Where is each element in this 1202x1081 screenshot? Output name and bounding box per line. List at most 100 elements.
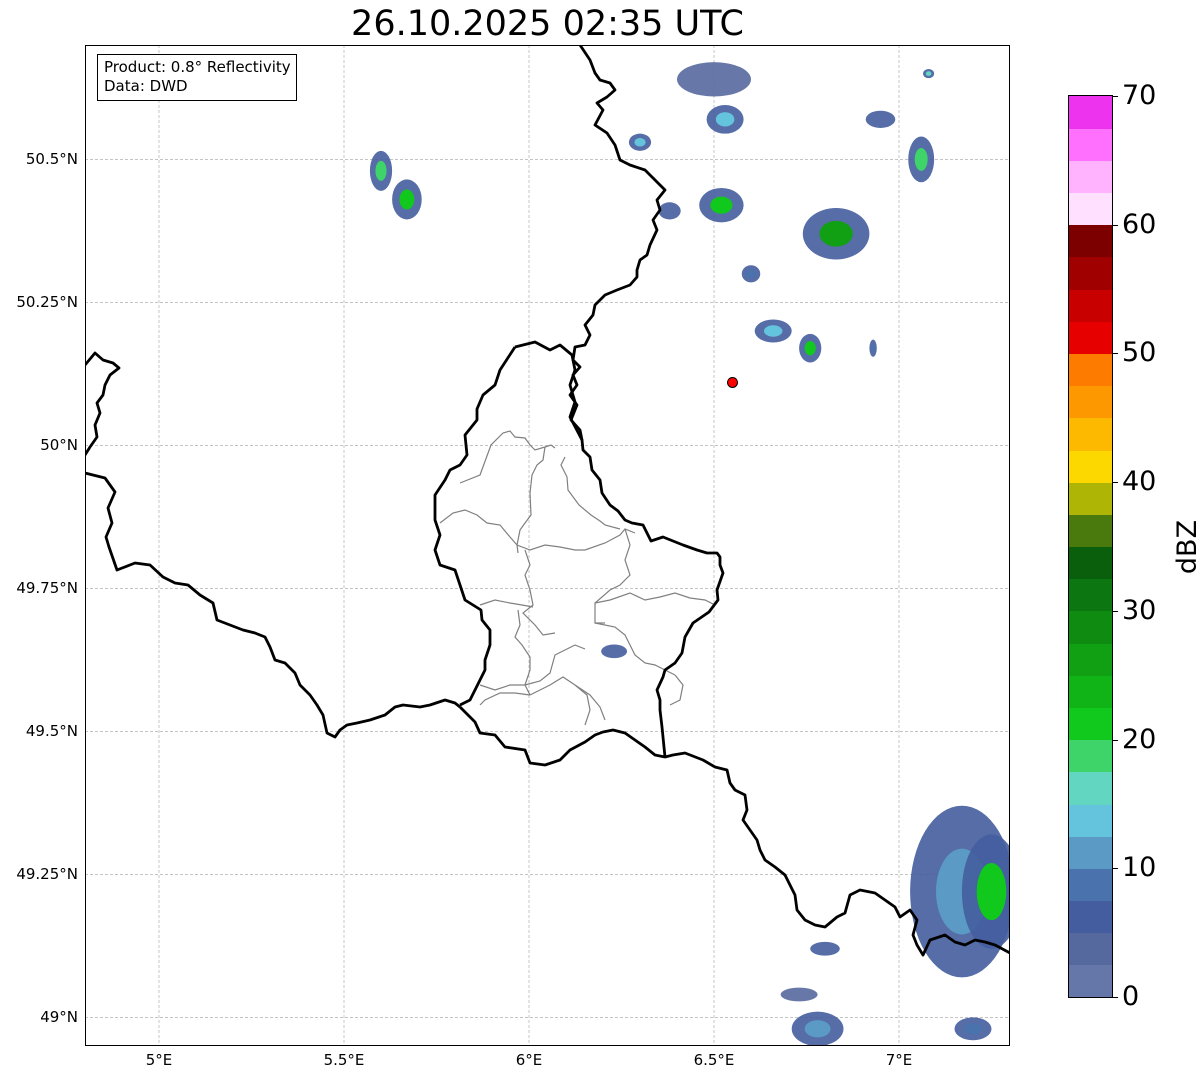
colorbar-segment-26 — [1069, 128, 1112, 161]
colorbar-segment-3 — [1069, 868, 1112, 902]
colorbar-tick-0: 0 — [1122, 981, 1140, 1012]
radar-echo-2 — [628, 133, 652, 151]
map-canvas — [85, 45, 1010, 1046]
colorbar-tick-mark-1 — [1112, 868, 1118, 870]
radar-echo-19 — [780, 987, 818, 1002]
latitude-tick-3: 49.75°N — [16, 579, 78, 598]
latitude-tick-1: 50.25°N — [16, 293, 78, 312]
radar-echo-9 — [369, 150, 393, 191]
colorbar-tick-5: 50 — [1122, 337, 1157, 369]
product-label: Product: 0.8° Reflectivity — [104, 58, 291, 76]
echo-core — [634, 137, 646, 147]
radar-echo-4 — [658, 202, 681, 220]
colorbar-tick-4: 40 — [1122, 466, 1157, 498]
colorbar-segment-23 — [1069, 224, 1112, 258]
latitude-tick-4: 49.5°N — [25, 722, 78, 741]
colorbar-segment-19 — [1069, 353, 1112, 387]
latitude-tick-5: 49.25°N — [16, 865, 78, 884]
colorbar-segment-5 — [1069, 803, 1112, 837]
border-luxembourg-west — [433, 346, 517, 707]
colorbar-tick-mark-7 — [1112, 96, 1118, 97]
latitude-tick-0: 50.5°N — [25, 150, 78, 169]
echo-core — [804, 1020, 831, 1038]
colorbar-segment-11 — [1069, 610, 1112, 644]
colorbar-tick-7: 70 — [1122, 80, 1157, 111]
latitude-tick-2: 50°N — [40, 436, 78, 455]
echo-core — [914, 147, 928, 171]
colorbar-segment-9 — [1069, 675, 1112, 708]
radar-echoes — [369, 62, 1010, 1046]
radar-site-marker[interactable] — [727, 376, 738, 388]
echo-core — [746, 269, 756, 279]
longitude-tick-2: 6°E — [515, 1051, 543, 1069]
longitude-tick-4: 7°E — [885, 1051, 913, 1069]
radar-echo-11 — [741, 265, 761, 283]
country-borders — [85, 45, 1010, 957]
radar-map[interactable] — [85, 45, 1010, 1046]
border-belgium-france — [85, 471, 461, 739]
latitude-tick-6: 49°N — [40, 1008, 78, 1027]
colorbar-segment-12 — [1069, 578, 1112, 612]
radar-echo-1 — [706, 105, 744, 134]
radar-echo-10 — [392, 179, 422, 220]
colorbar-segment-24 — [1069, 192, 1112, 226]
colorbar-segment-13 — [1069, 546, 1112, 580]
info-box: Product: 0.8° Reflectivity Data: DWD — [97, 54, 297, 101]
echo-core — [763, 325, 783, 337]
district-boundary — [479, 684, 525, 691]
radar-echo-8 — [923, 69, 935, 79]
colorbar-segment-7 — [1069, 739, 1112, 773]
border-belgium-netherlands — [85, 351, 121, 456]
echo-outer — [677, 62, 751, 97]
longitude-tick-3: 6.5°E — [693, 1051, 735, 1069]
radar-echo-13 — [799, 333, 822, 363]
colorbar-segment-6 — [1069, 771, 1112, 805]
colorbar-segment-1 — [1069, 932, 1112, 966]
colorbar-segment-22 — [1069, 256, 1112, 290]
radar-echo-21 — [954, 1017, 992, 1041]
district-boundary — [439, 509, 636, 551]
district-boundary — [459, 430, 556, 484]
echo-core — [399, 189, 415, 210]
district-boundary — [514, 609, 531, 696]
echo-core — [976, 862, 1007, 921]
radar-echo-14 — [869, 339, 877, 357]
colorbar-tick-mark-0 — [1112, 997, 1118, 998]
colorbar-tick-6: 60 — [1122, 208, 1157, 240]
radar-echo-5 — [802, 208, 870, 260]
colorbar-tick-3: 30 — [1122, 594, 1157, 626]
colorbar-segment-16 — [1069, 449, 1112, 483]
radar-echo-0 — [677, 62, 751, 97]
colorbar-tick-mark-5 — [1112, 353, 1118, 355]
longitude-tick-1: 5.5°E — [323, 1051, 365, 1069]
echo-outer — [810, 941, 840, 956]
radar-echo-20 — [791, 1011, 844, 1046]
echo-outer — [780, 987, 818, 1002]
longitude-tick-0: 5°E — [145, 1051, 173, 1069]
echo-core — [804, 341, 816, 356]
district-boundary — [594, 528, 631, 624]
echo-core — [925, 71, 932, 76]
district-boundary — [529, 676, 606, 721]
data-source-label: Data: DWD — [104, 77, 188, 95]
colorbar-tick-mark-3 — [1112, 610, 1118, 612]
colorbar-tick-mark-2 — [1112, 739, 1118, 741]
echo-core — [871, 343, 875, 353]
colorbar-segment-25 — [1069, 160, 1112, 194]
colorbar — [1068, 95, 1113, 998]
district-boundary — [479, 692, 531, 706]
colorbar-tick-2: 20 — [1122, 723, 1157, 755]
admin-boundaries — [439, 430, 716, 726]
colorbar-segment-15 — [1069, 482, 1112, 515]
radar-echo-18 — [810, 941, 840, 956]
radar-echo-7 — [908, 136, 935, 183]
border-germany-belgium — [568, 45, 667, 441]
radar-echo-15 — [601, 644, 628, 659]
district-boundary — [479, 599, 534, 608]
echo-outer — [658, 202, 681, 220]
radar-echo-12 — [754, 319, 792, 343]
radar-echo-6 — [865, 110, 896, 128]
echo-core — [819, 220, 853, 247]
colorbar-tick-mark-6 — [1112, 224, 1118, 226]
map-title: 26.10.2025 02:35 UTC — [351, 4, 744, 44]
